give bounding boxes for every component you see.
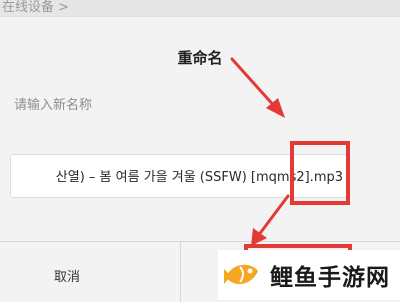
watermark-text: 鲤鱼手游网 [270,265,390,291]
fish-logo-icon [224,264,258,285]
arrow-down-left-icon [251,194,290,246]
arrow-down-right-icon [230,57,285,118]
site-watermark: 鲤鱼手游网 [218,250,400,300]
